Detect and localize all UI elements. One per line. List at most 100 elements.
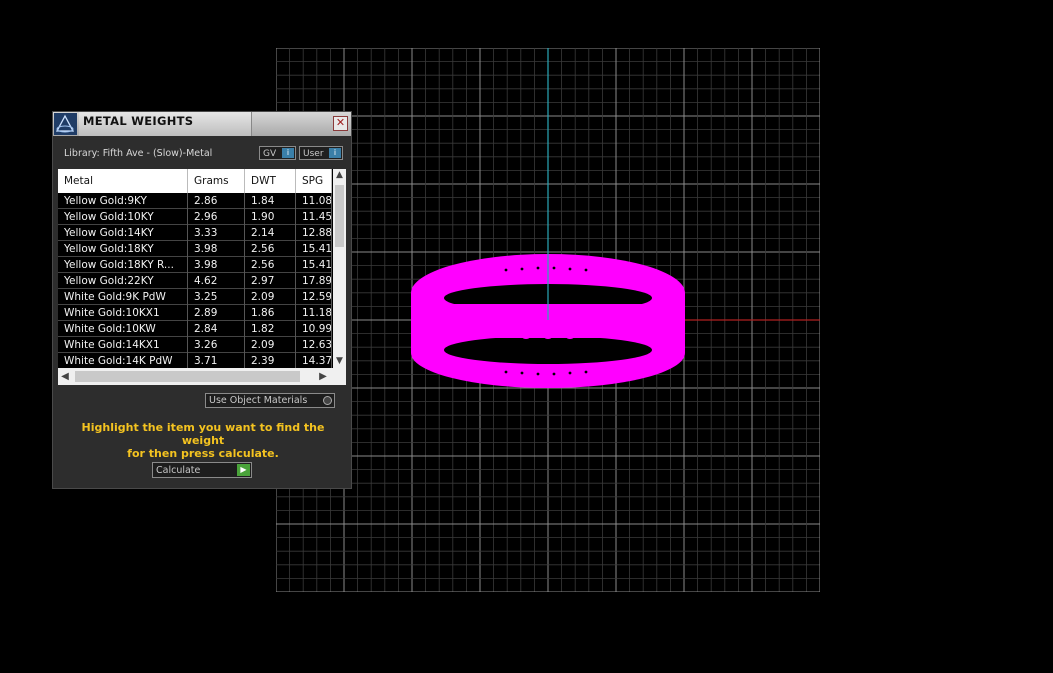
instruction-line: Highlight the item you want to find the … bbox=[81, 421, 325, 447]
info-icon: i bbox=[282, 148, 294, 158]
cell-spg: 14.37 bbox=[296, 353, 332, 369]
cell-grams: 3.98 bbox=[188, 257, 245, 273]
panel-title: METAL WEIGHTS bbox=[83, 114, 194, 128]
cell-dwt: 2.97 bbox=[245, 273, 296, 289]
cell-grams: 3.98 bbox=[188, 241, 245, 257]
table-row[interactable]: White Gold:14KX1 3.26 2.09 12.63 bbox=[58, 337, 332, 353]
cell-spg: 12.63 bbox=[296, 337, 332, 353]
cell-metal: Yellow Gold:22KY bbox=[58, 273, 188, 289]
table-row[interactable]: Yellow Gold:10KY 2.96 1.90 11.45 bbox=[58, 209, 332, 225]
table-row[interactable]: Yellow Gold:22KY 4.62 2.97 17.89 bbox=[58, 273, 332, 289]
cell-metal: Yellow Gold:18KY bbox=[58, 241, 188, 257]
cell-grams: 3.25 bbox=[188, 289, 245, 305]
cell-spg: 12.88 bbox=[296, 225, 332, 241]
scroll-up-arrow-icon[interactable]: ▲ bbox=[333, 169, 346, 182]
instruction-line: for then press calculate. bbox=[127, 447, 279, 460]
cell-grams: 2.96 bbox=[188, 209, 245, 225]
play-arrow-icon: ▶ bbox=[237, 464, 250, 476]
panel-titlebar[interactable]: METAL WEIGHTS ✕ bbox=[53, 112, 351, 136]
cell-dwt: 1.84 bbox=[245, 193, 296, 209]
cell-dwt: 2.09 bbox=[245, 337, 296, 353]
table-row[interactable]: White Gold:14K PdW 3.71 2.39 14.37 bbox=[58, 353, 332, 369]
vertical-scroll-thumb[interactable] bbox=[335, 185, 344, 247]
cell-spg: 11.08 bbox=[296, 193, 332, 209]
cell-spg: 10.99 bbox=[296, 321, 332, 337]
scroll-down-arrow-icon[interactable]: ▼ bbox=[333, 355, 346, 368]
cell-grams: 2.89 bbox=[188, 305, 245, 321]
cell-dwt: 2.56 bbox=[245, 241, 296, 257]
horizontal-scroll-thumb[interactable] bbox=[75, 371, 300, 382]
column-header-spg[interactable]: SPG bbox=[296, 169, 332, 193]
use-object-materials-toggle[interactable]: Use Object Materials bbox=[205, 393, 335, 408]
instruction-text: Highlight the item you want to find the … bbox=[63, 421, 343, 460]
cell-grams: 4.62 bbox=[188, 273, 245, 289]
scroll-right-arrow-icon[interactable]: ▶ bbox=[316, 368, 330, 385]
cell-dwt: 2.56 bbox=[245, 257, 296, 273]
cell-spg: 17.89 bbox=[296, 273, 332, 289]
cell-spg: 15.41 bbox=[296, 241, 332, 257]
gv-toggle-button[interactable]: GV i bbox=[259, 146, 296, 160]
vertical-scrollbar[interactable]: ▲ ▼ bbox=[333, 169, 346, 368]
cell-dwt: 1.82 bbox=[245, 321, 296, 337]
metal-table: Metal Grams DWT SPG Yellow Gold:9KY 2.86 1… bbox=[58, 169, 346, 385]
cell-metal: Yellow Gold:18KY R... bbox=[58, 257, 188, 273]
info-icon: i bbox=[329, 148, 341, 158]
cell-spg: 11.18 bbox=[296, 305, 332, 321]
use-object-materials-label: Use Object Materials bbox=[209, 395, 308, 406]
library-label: Library: Fifth Ave - (Slow)-Metal bbox=[64, 148, 213, 159]
cell-spg: 12.59 bbox=[296, 289, 332, 305]
ring-model[interactable] bbox=[276, 48, 820, 592]
table-row[interactable]: Yellow Gold:14KY 3.33 2.14 12.88 bbox=[58, 225, 332, 241]
cell-grams: 2.84 bbox=[188, 321, 245, 337]
cell-metal: White Gold:10KX1 bbox=[58, 305, 188, 321]
table-header: Metal Grams DWT SPG bbox=[58, 169, 332, 193]
app-logo-icon bbox=[54, 113, 77, 135]
cell-grams: 2.86 bbox=[188, 193, 245, 209]
column-header-metal[interactable]: Metal bbox=[58, 169, 188, 193]
cell-metal: Yellow Gold:9KY bbox=[58, 193, 188, 209]
cell-dwt: 2.39 bbox=[245, 353, 296, 369]
cell-dwt: 1.90 bbox=[245, 209, 296, 225]
ring-stone bbox=[564, 327, 576, 339]
ring-stone bbox=[564, 304, 576, 316]
ring-stone bbox=[542, 327, 554, 339]
table-row[interactable]: White Gold:9K PdW 3.25 2.09 12.59 bbox=[58, 289, 332, 305]
gv-label: GV bbox=[263, 149, 277, 159]
table-body: Yellow Gold:9KY 2.86 1.84 11.08 Yellow Gold:… bbox=[58, 193, 332, 369]
cell-metal: White Gold:14KX1 bbox=[58, 337, 188, 353]
cell-spg: 15.41 bbox=[296, 257, 332, 273]
metal-weights-panel: METAL WEIGHTS ✕ Library: Fifth Ave - (Sl… bbox=[52, 111, 352, 489]
user-toggle-button[interactable]: User i bbox=[299, 146, 343, 160]
cell-dwt: 2.14 bbox=[245, 225, 296, 241]
table-row[interactable]: Yellow Gold:18KY R... 3.98 2.56 15.41 bbox=[58, 257, 332, 273]
close-button[interactable]: ✕ bbox=[333, 116, 348, 131]
ring-stone bbox=[520, 327, 532, 339]
calculate-button[interactable]: Calculate ▶ bbox=[152, 462, 252, 478]
cell-metal: Yellow Gold:10KY bbox=[58, 209, 188, 225]
cell-grams: 3.71 bbox=[188, 353, 245, 369]
cell-spg: 11.45 bbox=[296, 209, 332, 225]
cell-metal: White Gold:9K PdW bbox=[58, 289, 188, 305]
cell-metal: White Gold:10KW bbox=[58, 321, 188, 337]
ring-inner-bottom bbox=[444, 336, 652, 364]
cell-dwt: 2.09 bbox=[245, 289, 296, 305]
horizontal-scrollbar[interactable]: ◀ ▶ bbox=[58, 368, 346, 385]
cell-grams: 3.26 bbox=[188, 337, 245, 353]
radio-circle-icon bbox=[323, 396, 332, 405]
calculate-label: Calculate bbox=[156, 465, 201, 476]
column-header-dwt[interactable]: DWT bbox=[245, 169, 296, 193]
table-row[interactable]: White Gold:10KW 2.84 1.82 10.99 bbox=[58, 321, 332, 337]
scroll-left-arrow-icon[interactable]: ◀ bbox=[58, 368, 72, 385]
cell-grams: 3.33 bbox=[188, 225, 245, 241]
cell-metal: Yellow Gold:14KY bbox=[58, 225, 188, 241]
table-row[interactable]: Yellow Gold:9KY 2.86 1.84 11.08 bbox=[58, 193, 332, 209]
table-row[interactable]: White Gold:10KX1 2.89 1.86 11.18 bbox=[58, 305, 332, 321]
panel-title-tab: METAL WEIGHTS bbox=[79, 112, 252, 136]
ring-stone bbox=[520, 304, 532, 316]
3d-viewport[interactable] bbox=[276, 48, 820, 592]
user-label: User bbox=[303, 149, 324, 159]
table-row[interactable]: Yellow Gold:18KY 3.98 2.56 15.41 bbox=[58, 241, 332, 257]
cell-dwt: 1.86 bbox=[245, 305, 296, 321]
column-header-grams[interactable]: Grams bbox=[188, 169, 245, 193]
cell-metal: White Gold:14K PdW bbox=[58, 353, 188, 369]
